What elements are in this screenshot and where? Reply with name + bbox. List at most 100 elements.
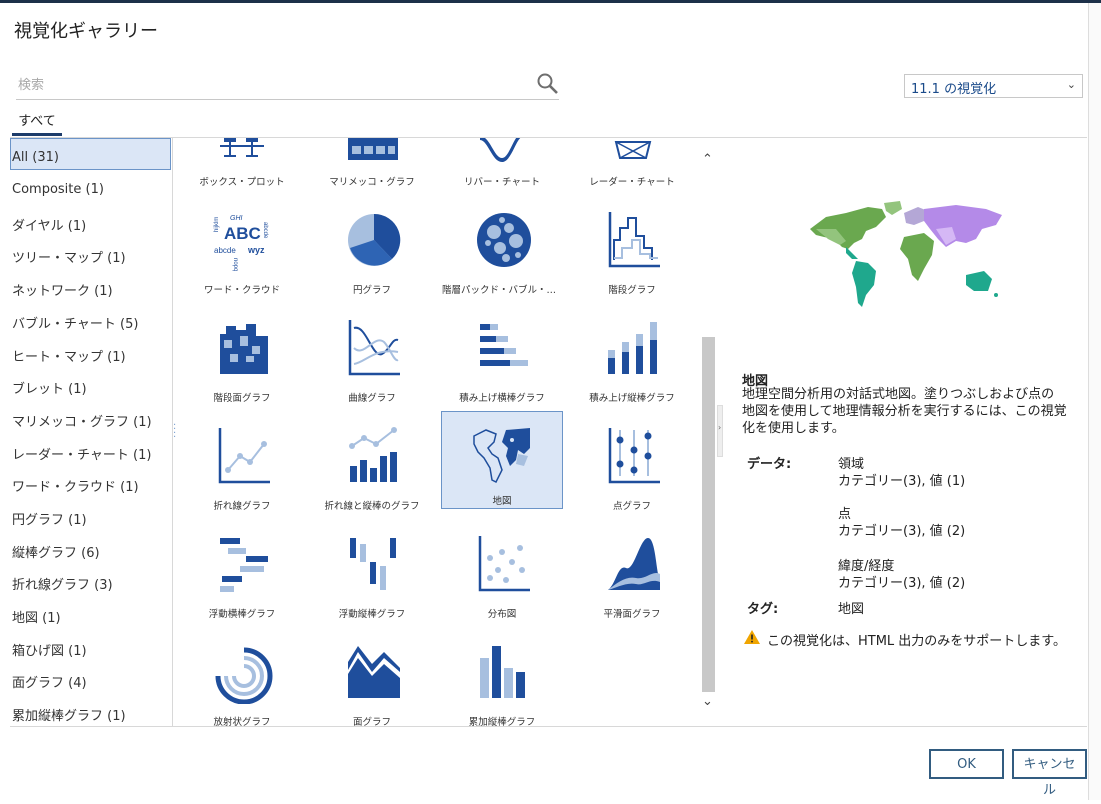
- tile-label: 階段面グラフ: [213, 393, 271, 404]
- gallery-tile-line-column[interactable]: 折れ線と縦棒のグラフ: [312, 422, 434, 520]
- tile-label: 階段グラフ: [608, 285, 656, 296]
- data-group-value: カテゴリー(3), 値 (2): [838, 576, 966, 591]
- gallery-tile-smooth-area[interactable]: 平滑面グラフ: [572, 530, 694, 628]
- category-item[interactable]: 縦棒グラフ (6): [10, 531, 171, 563]
- tag-value: 地図: [838, 602, 865, 617]
- category-item[interactable]: Composite (1): [10, 171, 171, 203]
- gallery-tile-curve-chart[interactable]: 曲線グラフ: [312, 314, 434, 412]
- dialog-title: 視覚化ギャラリー: [14, 21, 158, 42]
- category-item[interactable]: バブル・チャート (5): [10, 302, 171, 334]
- search-icon[interactable]: [536, 72, 560, 96]
- point-chart-icon: [608, 428, 660, 484]
- category-item[interactable]: 箱ひげ図 (1): [10, 629, 171, 661]
- tile-label: 平滑面グラフ: [603, 609, 661, 620]
- category-item[interactable]: ダイヤル (1): [10, 204, 171, 236]
- category-item-all[interactable]: All (31): [10, 138, 171, 170]
- tile-label: 浮動横棒グラフ: [208, 609, 276, 620]
- cancel-button[interactable]: キャンセル: [1012, 749, 1087, 798]
- category-item[interactable]: 折れ線グラフ (3): [10, 563, 171, 595]
- gallery-tile-floating-column[interactable]: 浮動縦棒グラフ: [312, 530, 434, 628]
- category-item[interactable]: レーダー・チャート (1): [10, 433, 171, 465]
- tile-label: 面グラフ: [352, 717, 391, 726]
- tab-active-indicator: [12, 133, 62, 136]
- tile-label: 円グラフ: [352, 285, 391, 296]
- tile-label: リバー・チャート: [464, 177, 540, 188]
- tile-label: 積み上げ縦棒グラフ: [589, 393, 675, 404]
- category-item[interactable]: ネットワーク (1): [10, 269, 171, 301]
- scrollbar-thumb[interactable]: [702, 337, 715, 692]
- curve-chart-icon: [348, 320, 400, 376]
- line-column-icon: [349, 427, 397, 482]
- category-item[interactable]: ブレット (1): [10, 367, 171, 399]
- step-area-icon: [220, 324, 268, 374]
- map-icon: [473, 428, 530, 484]
- stacked-column-icon: [608, 322, 657, 374]
- chevron-up-icon[interactable]: ⌃: [702, 152, 713, 167]
- tile-label: 折れ線グラフ: [213, 501, 271, 512]
- map-preview-image: [806, 199, 1004, 314]
- gallery-tile-stacked-bar[interactable]: 積み上げ横棒グラフ: [442, 314, 564, 412]
- search-box[interactable]: [16, 70, 559, 100]
- radial-chart-icon: [215, 647, 273, 704]
- pie-chart-icon: [348, 213, 401, 266]
- gallery-tile-river-chart[interactable]: リバー・チャート: [442, 138, 564, 196]
- gallery-tile-radial-chart[interactable]: 放射状グラフ: [182, 638, 304, 726]
- tile-label: 累加縦棒グラフ: [468, 717, 536, 726]
- cumulative-column-icon: [480, 646, 525, 698]
- gallery-tile-marimekko[interactable]: マリメッコ・グラフ: [312, 138, 434, 196]
- smooth-area-icon: [608, 538, 660, 590]
- tile-label: 分布図: [487, 609, 517, 620]
- ok-button[interactable]: OK: [929, 749, 1004, 779]
- search-input[interactable]: [16, 72, 520, 98]
- category-item[interactable]: 累加縦棒グラフ (1): [10, 694, 171, 726]
- stacked-bar-icon: [480, 324, 528, 366]
- gallery-tile-pie-chart[interactable]: 円グラフ: [312, 206, 434, 304]
- data-key: データ:: [747, 457, 792, 472]
- gallery-tile-area-chart[interactable]: 面グラフ: [312, 638, 434, 726]
- floating-column-icon: [350, 538, 396, 590]
- category-item[interactable]: 地図 (1): [10, 596, 171, 628]
- word-cloud-word: hijklm: [214, 217, 220, 232]
- tile-label: ワード・クラウド: [203, 285, 280, 296]
- gallery-tile-map[interactable]: 地図: [441, 411, 563, 509]
- gallery-tile-step-area[interactable]: 階段面グラフ: [182, 314, 304, 412]
- background-window-edge: [1088, 3, 1101, 800]
- gallery-tile-line-chart[interactable]: 折れ線グラフ: [182, 422, 304, 520]
- word-cloud-word: ABC: [224, 224, 261, 243]
- gallery-tile-cumulative-column[interactable]: 累加縦棒グラフ: [442, 638, 564, 726]
- chevron-right-icon: ›: [718, 423, 722, 432]
- category-item[interactable]: マリメッコ・グラフ (1): [10, 400, 171, 432]
- marimekko-icon: [348, 138, 398, 160]
- word-cloud-word: wyz: [247, 245, 265, 255]
- tile-label: 折れ線と縦棒のグラフ: [324, 501, 420, 512]
- tile-label: レーダー・チャート: [589, 177, 675, 188]
- tile-label: 階層パックド・バブル・チ…: [442, 285, 562, 296]
- gallery-tile-box-plot[interactable]: ボックス・プロット: [182, 138, 304, 196]
- category-item[interactable]: 面グラフ (4): [10, 661, 171, 693]
- gallery-tile-packed-bubble[interactable]: 階層パックド・バブル・チ…: [442, 206, 564, 304]
- gallery-tile-step-chart[interactable]: 階段グラフ: [572, 206, 694, 304]
- category-list: All (31) Composite (1) ダイヤル (1) ツリー・マップ …: [10, 138, 173, 726]
- word-cloud-word: nopq: [232, 258, 238, 271]
- gallery-tile-floating-bar[interactable]: 浮動横棒グラフ: [182, 530, 304, 628]
- gallery-tile-word-cloud[interactable]: GHI ABC abcde wyz hijklm nopq abcde ワード・…: [182, 206, 304, 304]
- gallery-tile-scatter[interactable]: 分布図: [442, 530, 564, 628]
- version-select[interactable]: 11.1 の視覚化 ⌄: [904, 74, 1083, 98]
- panel-splitter[interactable]: ›: [717, 405, 723, 457]
- category-item[interactable]: ヒート・マップ (1): [10, 335, 171, 367]
- gallery-tile-radar-chart[interactable]: レーダー・チャート: [572, 138, 694, 196]
- gallery-scrollbar[interactable]: ⌃ ⌄: [700, 144, 717, 719]
- chevron-down-icon[interactable]: ⌄: [702, 694, 713, 709]
- line-chart-icon: [218, 428, 270, 484]
- gallery-tile-stacked-column[interactable]: 積み上げ縦棒グラフ: [572, 314, 694, 412]
- scatter-icon: [478, 536, 530, 592]
- gallery-tile-point-chart[interactable]: 点グラフ: [572, 422, 694, 520]
- version-select-value: 11.1 の視覚化: [911, 82, 997, 97]
- tile-label: 放射状グラフ: [213, 717, 271, 726]
- category-item[interactable]: 円グラフ (1): [10, 498, 171, 530]
- tab-all[interactable]: すべて: [12, 110, 62, 136]
- category-item[interactable]: ワード・クラウド (1): [10, 465, 171, 497]
- word-cloud-word: GHI: [230, 215, 243, 222]
- box-plot-icon: [220, 138, 264, 157]
- category-item[interactable]: ツリー・マップ (1): [10, 236, 171, 268]
